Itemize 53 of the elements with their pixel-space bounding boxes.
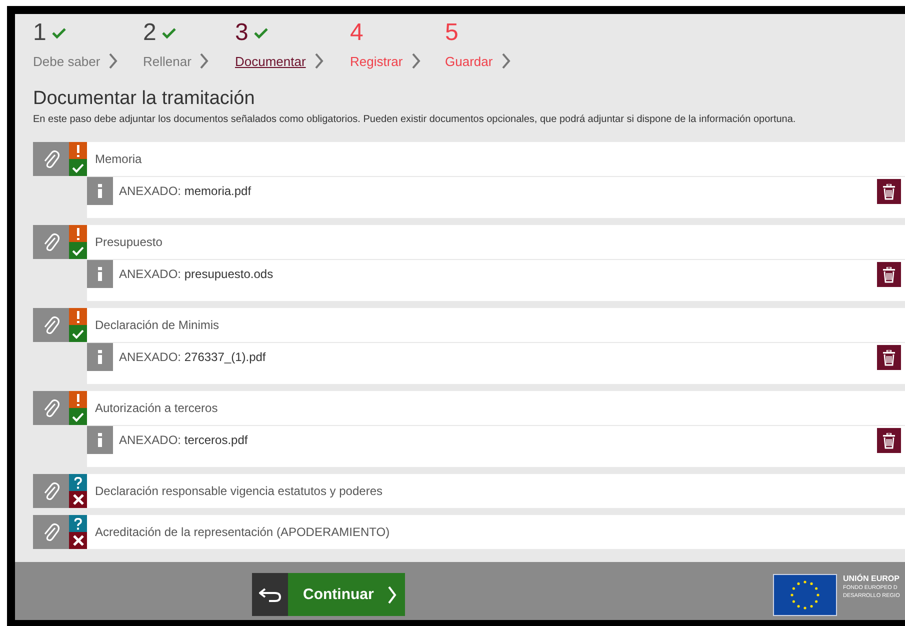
chevron-right-icon [410, 53, 421, 69]
step-number: 5 [445, 19, 458, 47]
eu-title: UNIÓN EUROP [843, 574, 900, 583]
eu-flag-icon [773, 574, 837, 616]
trash-icon [882, 266, 896, 282]
trash-icon [882, 184, 896, 200]
chevron-right-icon [108, 53, 118, 69]
attach-button[interactable] [33, 308, 69, 342]
chevron-right-icon [387, 586, 397, 604]
page-title: Documentar la tramitación [33, 88, 256, 110]
attach-button[interactable] [33, 474, 69, 508]
paperclip-icon [42, 149, 60, 169]
attach-button[interactable] [33, 225, 69, 259]
chevron-right-icon [199, 53, 210, 69]
paperclip-icon [42, 398, 60, 418]
step-number: 3 [235, 19, 248, 47]
trash-icon [882, 350, 896, 366]
delete-button[interactable] [877, 428, 901, 453]
delete-button[interactable] [877, 345, 901, 370]
attachment-text: ANEXADO: terceros.pdf [118, 432, 249, 447]
delete-button[interactable] [877, 262, 901, 287]
attachment-text: ANEXADO: memoria.pdf [118, 183, 252, 198]
document-name: Presupuesto [87, 225, 905, 259]
attach-button[interactable] [33, 142, 69, 176]
chevron-right-icon [314, 53, 324, 69]
delete-button[interactable] [877, 179, 901, 204]
trash-icon [882, 432, 896, 448]
document-name: Declaración de Minimis [87, 308, 905, 342]
step-number: 4 [350, 19, 364, 47]
document-name: Declaración responsable vigencia estatutos y poderes [87, 474, 905, 508]
attach-button[interactable] [33, 391, 69, 425]
chevron-right-icon [500, 53, 511, 69]
step-link[interactable]: Documentar [235, 54, 306, 68]
continue-button[interactable]: Continuar [288, 573, 405, 616]
document-name: Memoria [87, 142, 905, 176]
back-button[interactable] [252, 573, 288, 616]
paperclip-icon [42, 522, 60, 542]
step-link[interactable]: Debe saber [33, 54, 100, 68]
attachment-text: ANEXADO: presupuesto.ods [118, 266, 274, 281]
attach-button[interactable] [33, 515, 69, 549]
return-arrow-icon [259, 588, 281, 602]
paperclip-icon [42, 315, 60, 335]
instructions-text: En este paso debe adjuntar los documentos señalados como obligatorios. Pueden existir documentos opcionales, que podrá adjuntar si dispone de la información oportuna. [33, 114, 797, 125]
step-link[interactable]: Rellenar [143, 54, 192, 68]
attachment-text: ANEXADO: 276337_(1).pdf [118, 349, 267, 364]
step-link[interactable]: Registrar [350, 54, 403, 68]
paperclip-icon [42, 232, 60, 252]
step-link[interactable]: Guardar [445, 54, 493, 68]
paperclip-icon [42, 481, 60, 501]
step-number: 1 [33, 19, 46, 47]
document-name: Autorización a terceros [87, 391, 905, 425]
step-number: 2 [143, 19, 156, 47]
document-name: Acreditación de la representación (APODERAMIENTO) [87, 515, 905, 549]
